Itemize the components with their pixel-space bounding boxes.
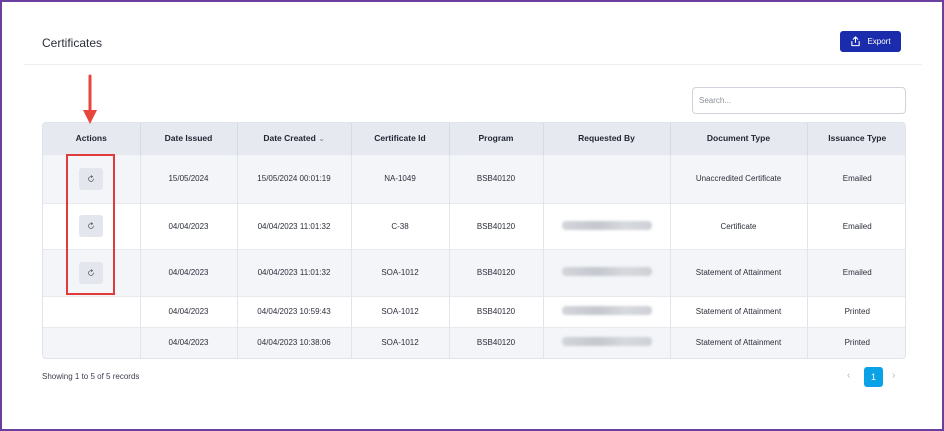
issuance-type-cell: Printed: [807, 326, 905, 358]
document-type-cell: Unaccredited Certificate: [670, 153, 808, 203]
table-row: 04/04/2023 04/04/2023 10:38:06 SOA-1012 …: [43, 326, 905, 358]
column-header-program[interactable]: Program: [449, 123, 544, 154]
refresh-icon: [88, 174, 95, 182]
date-issued-cell: 04/04/2023: [140, 295, 238, 327]
issuance-type-cell: Emailed: [807, 248, 905, 296]
redacted-name: [561, 306, 652, 315]
column-header-date-issued[interactable]: Date Issued: [140, 123, 238, 154]
requested-by-cell: [543, 202, 671, 249]
table-row: 15/05/2024 15/05/2024 00:01:19 NA-1049 B…: [43, 153, 905, 203]
date-created-cell: 04/04/2023 11:01:32: [237, 248, 352, 296]
certificate-id-cell: SOA-1012: [351, 248, 450, 296]
document-type-cell: Statement of Attainment: [670, 326, 808, 358]
refresh-icon: [88, 268, 95, 276]
column-header-certificate-id[interactable]: Certificate Id: [351, 123, 450, 154]
requested-by-cell: [543, 295, 671, 327]
actions-cell: [43, 202, 141, 249]
date-created-cell: 04/04/2023 11:01:32: [237, 202, 352, 249]
column-header-date-created-label: Date Created: [263, 133, 316, 144]
actions-cell: [43, 326, 141, 358]
export-icon: [851, 36, 861, 47]
requested-by-cell: [543, 248, 671, 296]
export-button[interactable]: Export: [840, 31, 901, 52]
reissue-button[interactable]: [79, 261, 104, 284]
reissue-button[interactable]: [79, 167, 104, 190]
date-issued-cell: 04/04/2023: [140, 326, 238, 358]
table-row: 04/04/2023 04/04/2023 11:01:32 SOA-1012 …: [43, 248, 905, 296]
date-issued-cell: 04/04/2023: [140, 248, 238, 296]
issuance-type-cell: Emailed: [807, 153, 905, 203]
column-header-document-type[interactable]: Document Type: [670, 123, 808, 154]
records-summary: Showing 1 to 5 of 5 records: [42, 372, 140, 381]
header-divider: [24, 64, 922, 65]
table-row: 04/04/2023 04/04/2023 10:59:43 SOA-1012 …: [43, 295, 905, 327]
certificate-id-cell: C-38: [351, 202, 450, 249]
actions-cell: [43, 248, 141, 296]
table-row: 04/04/2023 04/04/2023 11:01:32 C-38 BSB4…: [43, 202, 905, 249]
document-type-cell: Certificate: [670, 202, 808, 249]
window-frame: Certificates Export Actions Date Issued …: [0, 0, 944, 431]
search-input[interactable]: [692, 87, 906, 114]
requested-by-cell: [543, 153, 671, 203]
document-type-cell: Statement of Attainment: [670, 248, 808, 296]
program-cell: BSB40120: [449, 248, 544, 296]
column-header-requested-by[interactable]: Requested By: [543, 123, 671, 154]
certificates-table: Actions Date Issued Date Created ⌄ Certif…: [42, 122, 906, 359]
certificate-id-cell: SOA-1012: [351, 295, 450, 327]
program-cell: BSB40120: [449, 295, 544, 327]
certificate-id-cell: NA-1049: [351, 153, 450, 203]
redacted-name: [561, 220, 652, 230]
export-label: Export: [867, 37, 891, 46]
issuance-type-cell: Emailed: [807, 202, 905, 249]
redacted-name: [561, 267, 652, 276]
program-cell: BSB40120: [449, 326, 544, 358]
pagination-next-button[interactable]: ›: [892, 370, 895, 381]
column-header-date-created[interactable]: Date Created ⌄: [237, 123, 352, 154]
date-issued-cell: 04/04/2023: [140, 202, 238, 249]
table-header-row: Actions Date Issued Date Created ⌄ Certif…: [43, 123, 905, 154]
page-title: Certificates: [42, 36, 103, 50]
redacted-name: [561, 337, 652, 347]
program-cell: BSB40120: [449, 153, 544, 203]
sort-down-icon: ⌄: [318, 136, 325, 144]
refresh-icon: [88, 222, 95, 229]
pagination-prev-button[interactable]: ‹: [847, 370, 850, 381]
document-type-cell: Statement of Attainment: [670, 295, 808, 327]
date-issued-cell: 15/05/2024: [140, 153, 238, 203]
pagination-page-1[interactable]: 1: [864, 367, 883, 387]
date-created-cell: 04/04/2023 10:38:06: [237, 326, 352, 358]
certificate-id-cell: SOA-1012: [351, 326, 450, 358]
reissue-button[interactable]: [79, 215, 104, 237]
column-header-issuance-type[interactable]: Issuance Type: [807, 123, 905, 154]
actions-cell: [43, 295, 141, 327]
requested-by-cell: [543, 326, 671, 358]
date-created-cell: 04/04/2023 10:59:43: [237, 295, 352, 327]
program-cell: BSB40120: [449, 202, 544, 249]
column-header-actions: Actions: [43, 123, 141, 154]
date-created-cell: 15/05/2024 00:01:19: [237, 153, 352, 203]
actions-cell: [43, 153, 141, 203]
down-arrow-annotation: [83, 74, 97, 124]
issuance-type-cell: Printed: [807, 295, 905, 327]
